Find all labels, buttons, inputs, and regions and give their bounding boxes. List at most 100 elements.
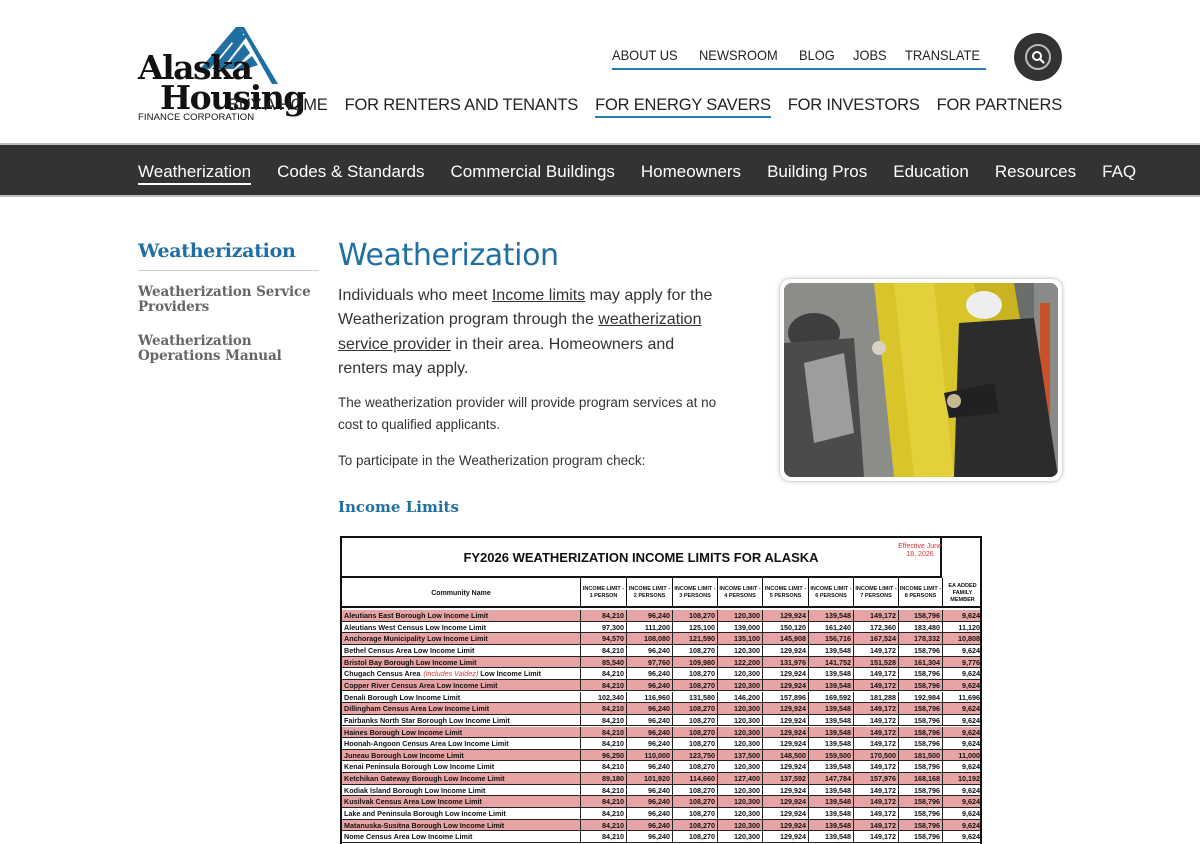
util-link-newsroom[interactable]: NEWSROOM xyxy=(699,46,778,66)
table-cell-community: Bethel Census Area Low Income Limit xyxy=(344,645,475,655)
photo-image xyxy=(784,283,1058,477)
search-button[interactable] xyxy=(1014,33,1062,81)
table-cell-community: Ketchikan Gateway Borough Low Income Lim… xyxy=(344,774,505,784)
util-link-about[interactable]: ABOUT US xyxy=(612,46,678,66)
table-cell-value: 9,624 xyxy=(942,726,980,739)
main-nav-buy-home[interactable]: BUY A HOME xyxy=(228,94,328,118)
table-cell-value: 129,924 xyxy=(762,761,808,774)
table-cell-value: 172,360 xyxy=(853,621,898,634)
table-header-cell: INCOME LIMIT - 8 PERSONS xyxy=(898,578,942,608)
table-cell-value: 149,172 xyxy=(853,831,898,843)
table-cell-value: 139,548 xyxy=(808,738,853,750)
sub-nav-faq[interactable]: FAQ xyxy=(1102,161,1136,185)
table-row: Hoonah-Angoon Census Area Low Income Lim… xyxy=(342,738,980,750)
util-link-translate[interactable]: TRANSLATE xyxy=(905,46,980,66)
table-cell-value: 109,980 xyxy=(672,656,717,669)
util-link-jobs[interactable]: JOBS xyxy=(853,46,887,66)
table-cell-value: 159,500 xyxy=(808,749,853,762)
table-cell-community: Fairbanks North Star Borough Low Income … xyxy=(344,715,510,725)
table-row: Bristol Bay Borough Low Income Limit 85,5… xyxy=(342,656,980,669)
sub-nav-education[interactable]: Education xyxy=(893,161,969,185)
main-nav-investors[interactable]: FOR INVESTORS xyxy=(788,94,920,118)
table-cell-value: 139,548 xyxy=(808,703,853,715)
table-cell-community: Anchorage Municipality Low Income Limit xyxy=(344,634,488,644)
sub-nav-codes-standards[interactable]: Codes & Standards xyxy=(277,161,424,185)
table-cell-value: 158,796 xyxy=(898,808,942,820)
table-cell-value: 120,300 xyxy=(717,761,762,774)
table-row: Dillingham Census Area Low Income Limit 8… xyxy=(342,703,980,715)
table-cell-value: 146,200 xyxy=(717,691,762,704)
photo-illustration xyxy=(784,283,1058,477)
table-cell-value: 84,210 xyxy=(580,761,626,774)
sub-nav-commercial-buildings[interactable]: Commercial Buildings xyxy=(451,161,615,185)
table-cell-value: 84,210 xyxy=(580,714,626,727)
table-cell-value: 148,500 xyxy=(762,749,808,762)
table-cell-community: Chugach Census Area (includes Valdez) Low… xyxy=(344,669,541,679)
utility-nav: ABOUT US NEWSROOM BLOG JOBS TRANSLATE xyxy=(612,46,986,70)
table-cell-community: Aleutians West Census Low Income Limit xyxy=(344,622,487,632)
main-nav-partners[interactable]: FOR PARTNERS xyxy=(937,94,1063,118)
table-cell-value: 149,172 xyxy=(853,668,898,680)
util-link-blog[interactable]: BLOG xyxy=(799,46,835,66)
table-cell-community: Nome Census Area Low Income Limit xyxy=(344,832,473,842)
sidebar-title[interactable]: Weatherization xyxy=(138,240,319,271)
sub-nav-building-pros[interactable]: Building Pros xyxy=(767,161,867,185)
table-cell-community: Kusilvak Census Area Low Income Limit xyxy=(344,797,482,807)
table-cell-value: 9,624 xyxy=(942,761,980,774)
table-cell-value: 120,300 xyxy=(717,703,762,715)
table-cell-value: 120,300 xyxy=(717,784,762,797)
table-cell-value: 96,240 xyxy=(626,831,672,843)
table-cell-value: 9,624 xyxy=(942,738,980,750)
table-cell-value: 108,270 xyxy=(672,726,717,739)
income-limits-table[interactable]: FY2026 WEATHERIZATION INCOME LIMITS FOR … xyxy=(340,536,982,844)
table-cell-value: 135,100 xyxy=(717,633,762,645)
sub-nav-weatherization[interactable]: Weatherization xyxy=(138,161,252,185)
table-cell-value: 158,796 xyxy=(898,831,942,843)
table-cell-value: 183,480 xyxy=(898,621,942,634)
table-cell-value: 139,548 xyxy=(808,668,853,680)
main-nav-renters[interactable]: FOR RENTERS AND TENANTS xyxy=(345,94,579,118)
table-cell-value: 9,624 xyxy=(942,644,980,657)
table-cell-value: 158,796 xyxy=(898,761,942,774)
sub-nav-resources[interactable]: Resources xyxy=(995,161,1076,185)
table-cell-community: Hoonah-Angoon Census Area Low Income Lim… xyxy=(344,739,509,749)
table-cell-value: 96,240 xyxy=(626,668,672,680)
table-cell-value: 129,924 xyxy=(762,679,808,692)
table-cell-value: 125,100 xyxy=(672,621,717,634)
income-limits-heading[interactable]: Income Limits xyxy=(338,498,459,516)
table-cell-value: 158,796 xyxy=(898,726,942,739)
main-nav: BUY A HOME FOR RENTERS AND TENANTS FOR E… xyxy=(228,94,1062,118)
table-effective-date: Effective June 18, 2026 xyxy=(898,543,942,558)
table-cell-value: 161,240 xyxy=(808,621,853,634)
table-cell-value: 120,300 xyxy=(717,726,762,739)
main-nav-energy-savers[interactable]: FOR ENERGY SAVERS xyxy=(595,94,771,118)
sidebar-item-operations-manual[interactable]: Weatherization Operations Manual xyxy=(138,334,319,364)
table-cell-value: 108,270 xyxy=(672,796,717,808)
table-cell-value: 108,270 xyxy=(672,831,717,843)
table-header-cell: INCOME LIMIT - 7 PERSONS xyxy=(853,578,898,608)
table-cell-value: 129,924 xyxy=(762,738,808,750)
table-cell-value: 127,400 xyxy=(717,773,762,785)
table-cell-community: Dillingham Census Area Low Income Limit xyxy=(344,704,490,714)
table-cell-value: 157,976 xyxy=(853,773,898,785)
workers-photo xyxy=(780,279,1062,481)
table-cell-value: 149,172 xyxy=(853,784,898,797)
table-cell-value: 151,528 xyxy=(853,656,898,669)
table-cell-value: 9,624 xyxy=(942,679,980,692)
table-header-name: Community Name xyxy=(431,589,491,597)
table-cell-value: 96,240 xyxy=(626,726,672,739)
table-cell-value: 158,796 xyxy=(898,703,942,715)
table-header-cell: EA ADDED FAMILY MEMBER xyxy=(942,578,980,608)
table-cell-value: 9,624 xyxy=(942,703,980,715)
sidebar-item-service-providers[interactable]: Weatherization Service Providers xyxy=(138,285,319,315)
table-cell-value: 139,548 xyxy=(808,784,853,797)
sub-nav-homeowners[interactable]: Homeowners xyxy=(641,161,741,185)
table-cell-value: 156,716 xyxy=(808,633,853,645)
income-limits-link[interactable]: Income limits xyxy=(492,287,585,304)
table-cell-value: 114,660 xyxy=(672,773,717,785)
table-cell-value: 84,210 xyxy=(580,831,626,843)
table-cell-value: 129,924 xyxy=(762,703,808,715)
table-cell-value: 10,808 xyxy=(942,633,980,645)
table-cell-value: 120,300 xyxy=(717,738,762,750)
table-row: Haines Borough Low Income Limit 84,210 96,… xyxy=(342,726,980,739)
